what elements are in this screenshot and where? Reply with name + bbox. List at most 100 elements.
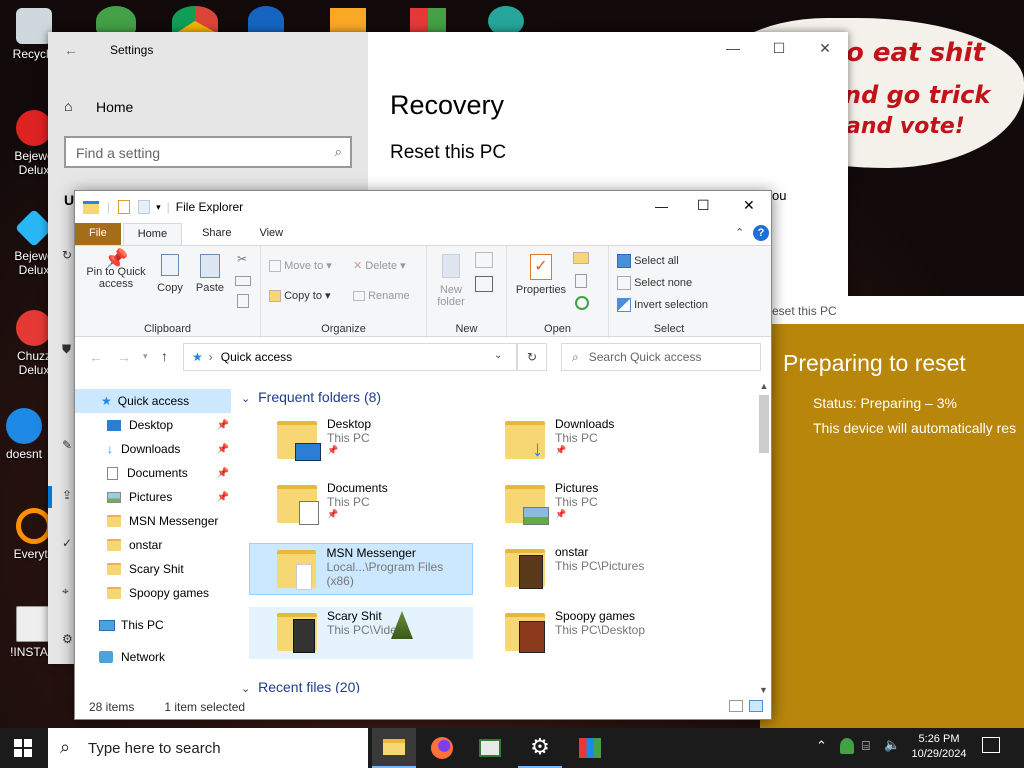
clock[interactable]: 5:26 PM 10/29/2024 bbox=[906, 732, 972, 762]
easy-access-icon[interactable] bbox=[475, 276, 493, 292]
activation-icon[interactable]: ✓ bbox=[62, 536, 72, 550]
cut-icon[interactable]: ✂ bbox=[237, 252, 247, 266]
wrench-icon[interactable]: ✎ bbox=[62, 438, 72, 452]
folder-tile-pictures[interactable]: Pictures This PC 📌 bbox=[477, 479, 701, 531]
tray-overflow-chevron-icon[interactable]: ⌃ bbox=[816, 738, 827, 754]
up-button[interactable]: ↑ bbox=[161, 348, 168, 364]
copy-to-button[interactable]: Copy to ▾ bbox=[269, 290, 331, 303]
frequent-folders-header[interactable]: ⌄ Frequent folders (8) bbox=[241, 389, 381, 405]
desktop-folder-icon bbox=[277, 421, 321, 461]
back-arrow-icon[interactable]: ← bbox=[64, 42, 78, 58]
properties-button[interactable]: ✓ Properties bbox=[511, 254, 571, 296]
messenger-icon bbox=[6, 408, 42, 444]
settings-home-link[interactable]: Home bbox=[96, 99, 133, 115]
nav-item-onstar[interactable]: onstar bbox=[75, 533, 235, 557]
address-bar[interactable]: ★ › Quick access ⌄ bbox=[183, 343, 517, 371]
open-icon[interactable] bbox=[573, 252, 589, 264]
tray-people-icon[interactable] bbox=[840, 738, 854, 754]
documents-icon bbox=[107, 466, 118, 480]
explorer-minimize-button[interactable]: — bbox=[655, 199, 668, 214]
volume-icon[interactable]: 🔈 bbox=[884, 737, 900, 753]
settings-minimize-button[interactable]: — bbox=[710, 32, 756, 64]
new-item-icon[interactable] bbox=[475, 252, 493, 268]
find-device-icon[interactable]: ⌖ bbox=[62, 584, 69, 599]
explorer-close-button[interactable]: ✕ bbox=[743, 197, 755, 214]
forward-button[interactable]: → bbox=[117, 349, 131, 365]
shield-icon[interactable]: ⛊ bbox=[62, 342, 71, 357]
folder-tile-documents[interactable]: Documents This PC 📌 bbox=[249, 479, 473, 531]
taskbar-file-explorer[interactable] bbox=[372, 728, 416, 768]
properties-quick-icon[interactable] bbox=[118, 200, 131, 214]
nav-item-desktop[interactable]: Desktop 📌 bbox=[75, 413, 235, 437]
paste-shortcut-icon[interactable] bbox=[237, 294, 249, 308]
invert-selection-button[interactable]: Invert selection bbox=[617, 298, 708, 312]
settings-search-input[interactable]: Find a setting ⌕ bbox=[64, 136, 352, 168]
tab-file[interactable]: File bbox=[75, 223, 121, 245]
ribbon-collapse-icon[interactable]: ⌃ bbox=[735, 226, 744, 239]
windows-logo-app-icon[interactable] bbox=[410, 8, 446, 34]
recent-files-header[interactable]: ⌄ Recent files (20) bbox=[241, 679, 360, 693]
help-icon[interactable]: ? bbox=[753, 225, 769, 241]
folder-tile-desktop[interactable]: Desktop This PC 📌 bbox=[249, 415, 473, 467]
select-none-button[interactable]: Select none bbox=[617, 276, 692, 290]
tab-home[interactable]: Home bbox=[122, 223, 183, 245]
folder-tile-scary-shit[interactable]: Scary Shit This PC\Video bbox=[249, 607, 473, 659]
recovery-icon[interactable]: ⇪ bbox=[62, 488, 72, 502]
refresh-button[interactable]: ↻ bbox=[517, 343, 547, 371]
folder-tile-msn-messenger[interactable]: MSN Messenger Local...\Program Files (x86… bbox=[249, 543, 473, 595]
folder-tile-downloads[interactable]: ↓ Downloads This PC 📌 bbox=[477, 415, 701, 467]
edit-icon[interactable] bbox=[575, 274, 587, 288]
large-icons-view-icon[interactable] bbox=[749, 700, 763, 712]
developer-icon[interactable]: ⚙ bbox=[62, 632, 73, 646]
nav-item-network[interactable]: Network bbox=[75, 645, 235, 669]
new-folder-button[interactable]: New folder bbox=[431, 254, 471, 308]
back-button[interactable]: ← bbox=[89, 349, 103, 365]
nav-item-documents[interactable]: Documents 📌 bbox=[75, 461, 235, 485]
scrollbar-thumb[interactable] bbox=[759, 395, 769, 453]
copy-path-icon[interactable] bbox=[235, 276, 251, 286]
nav-item-spoopy-games[interactable]: Spoopy games bbox=[75, 581, 235, 605]
rename-button[interactable]: Rename bbox=[353, 290, 410, 302]
app-icon[interactable] bbox=[330, 8, 366, 34]
desktop-icon-doesnt[interactable]: doesnt bbox=[0, 408, 54, 461]
settings-maximize-button[interactable]: ☐ bbox=[756, 32, 802, 64]
paste-button[interactable]: Paste bbox=[193, 254, 227, 294]
folder-tile-spoopy-games[interactable]: Spoopy games This PC\Desktop bbox=[477, 607, 701, 659]
nav-item-quick-access[interactable]: ★ Quick access bbox=[75, 389, 231, 413]
settings-close-button[interactable]: ✕ bbox=[802, 32, 848, 64]
details-view-icon[interactable] bbox=[729, 700, 743, 712]
nav-item-pictures[interactable]: Pictures 📌 bbox=[75, 485, 235, 509]
folder-tile-onstar[interactable]: onstar This PC\Pictures bbox=[477, 543, 701, 595]
tab-view[interactable]: View bbox=[245, 223, 297, 245]
copy-button[interactable]: Copy bbox=[153, 254, 187, 294]
nav-item-scary-shit[interactable]: Scary Shit bbox=[75, 557, 235, 581]
move-to-button[interactable]: Move to ▾ bbox=[269, 260, 332, 273]
windows-start-icon[interactable] bbox=[14, 739, 32, 757]
taskbar-app-2[interactable] bbox=[568, 728, 612, 768]
scroll-up-icon[interactable]: ▲ bbox=[757, 381, 771, 391]
delete-button[interactable]: ✕ Delete ▾ bbox=[353, 260, 406, 272]
customize-toolbar-icon[interactable]: ▾ bbox=[156, 202, 161, 213]
taskbar-app[interactable] bbox=[468, 728, 512, 768]
sync-icon[interactable]: ↻ bbox=[62, 248, 72, 262]
app-icon[interactable] bbox=[248, 6, 284, 34]
tab-share[interactable]: Share bbox=[188, 223, 245, 245]
content-scrollbar[interactable]: ▲ ▼ bbox=[757, 381, 771, 695]
address-dropdown-icon[interactable]: ⌄ bbox=[494, 350, 502, 361]
taskbar-firefox[interactable] bbox=[420, 728, 464, 768]
nav-item-downloads[interactable]: ↓ Downloads 📌 bbox=[75, 437, 235, 461]
notifications-icon[interactable] bbox=[982, 737, 1000, 753]
history-icon[interactable] bbox=[575, 296, 589, 310]
recent-locations-icon[interactable]: ▾ bbox=[143, 351, 148, 362]
select-all-button[interactable]: Select all bbox=[617, 254, 679, 268]
nav-item-msn-messenger[interactable]: MSN Messenger bbox=[75, 509, 235, 533]
nav-item-this-pc[interactable]: This PC bbox=[75, 613, 235, 637]
network-tray-icon[interactable]: ⌸ bbox=[862, 738, 870, 754]
scroll-down-icon[interactable]: ▼ bbox=[759, 685, 768, 695]
new-folder-quick-icon[interactable] bbox=[138, 200, 151, 214]
taskbar-search-input[interactable]: ⌕ Type here to search bbox=[48, 728, 368, 768]
explorer-search-input[interactable]: ⌕ Search Quick access bbox=[561, 343, 761, 371]
taskbar-settings[interactable]: ⚙ bbox=[518, 728, 562, 768]
pin-quick-access-button[interactable]: 📌 Pin to Quick access bbox=[81, 250, 151, 290]
explorer-maximize-button[interactable]: ☐ bbox=[697, 197, 710, 214]
